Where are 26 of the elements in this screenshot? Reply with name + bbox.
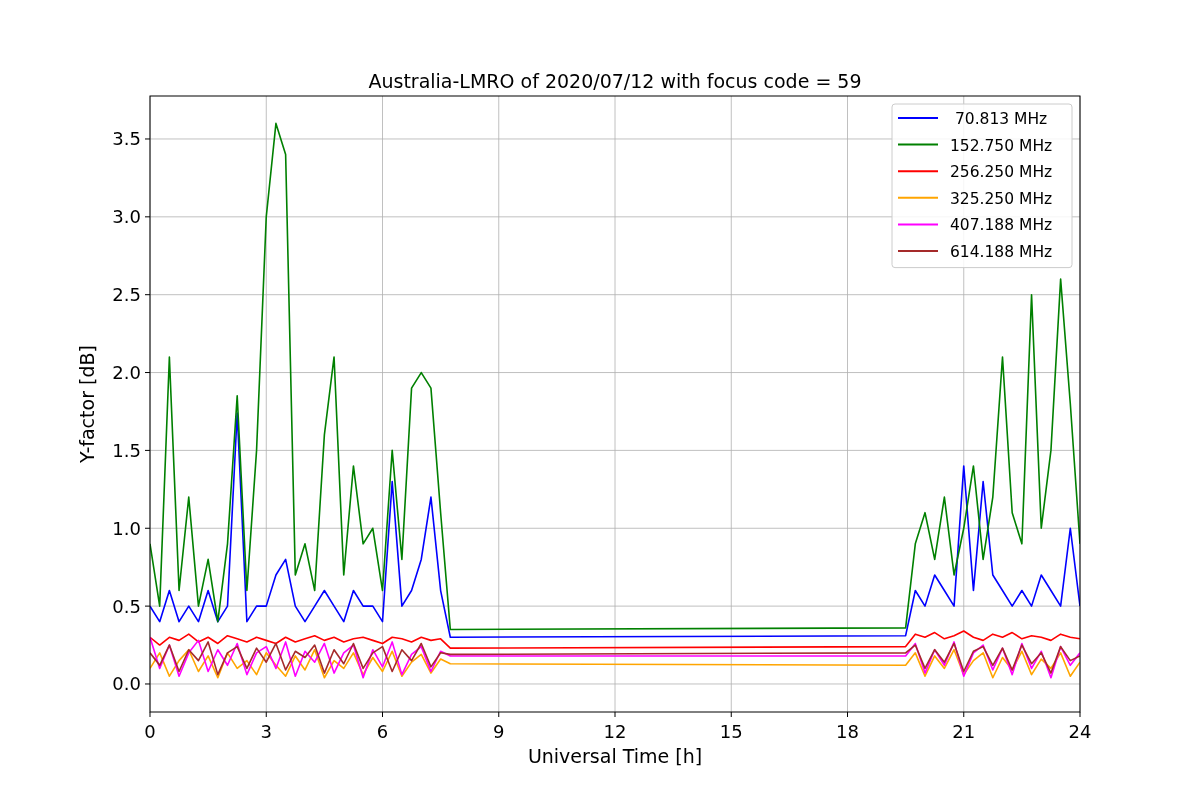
legend-label: 407.188 MHz	[950, 216, 1053, 235]
x-tick-label: 15	[719, 721, 743, 742]
y-tick-label: 3.0	[112, 206, 141, 228]
y-axis-label: Y-factor [dB]	[76, 345, 98, 463]
legend-label: 325.250 MHz	[950, 189, 1053, 208]
y-tick-label: 2.5	[112, 284, 141, 306]
x-tick-label: 18	[836, 721, 859, 742]
x-tick-label: 24	[1068, 721, 1092, 742]
x-tick-label: 6	[376, 721, 389, 742]
legend-label: 70.813 MHz	[954, 110, 1048, 128]
y-tick-label: 1.5	[112, 439, 141, 461]
legend-label: 152.750 MHz	[950, 136, 1053, 155]
x-axis-label: Universal Time [h]	[527, 745, 703, 767]
y-tick-label: 3.5	[112, 128, 141, 150]
y-tick-label: 2.0	[112, 362, 141, 384]
legend-label: 256.250 MHz	[950, 163, 1053, 182]
x-tick-label: 0	[144, 721, 156, 742]
chart-title: Australia-LMRO of 2020/07/12 with focus code = 59	[368, 70, 862, 92]
x-tick-label: 9	[493, 721, 505, 742]
x-tick-label: 21	[952, 721, 976, 742]
y-tick-label: 1.0	[112, 517, 141, 539]
y-tick-label: 0.0	[112, 673, 141, 695]
x-tick-label: 12	[603, 721, 627, 742]
x-tick-label: 3	[260, 721, 272, 742]
legend-label: 614.188 MHz	[950, 243, 1053, 261]
y-tick-label: 0.5	[112, 595, 141, 617]
